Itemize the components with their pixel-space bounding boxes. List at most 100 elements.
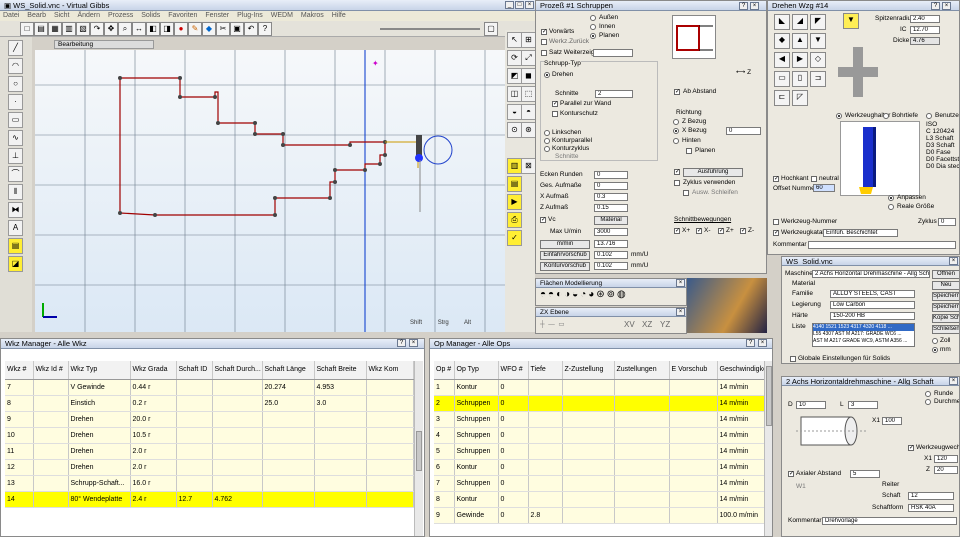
insert-l-icon[interactable]: ⊐ [810,71,826,87]
material-button[interactable]: Material [594,216,628,225]
menu-item[interactable]: Sicht [51,12,73,19]
insert-b-icon[interactable]: ◢ [792,14,808,30]
col-header[interactable]: Wkz Typ [68,361,131,380]
col-header[interactable]: Op Typ [454,361,499,380]
max-input[interactable]: 3000 [594,228,628,236]
zurueck-check[interactable] [541,39,547,45]
offset-tool-icon[interactable]: ⫴ [8,184,23,200]
open-icon[interactable]: ▤ [34,22,48,36]
offset-input[interactable]: 60 [813,184,835,192]
zx-axis-icons[interactable]: ┼ — ▭ [540,321,564,329]
surface-tool-icon[interactable]: ◩ [507,68,522,84]
table-row[interactable]: 8 Kontur 0 14 m/min [434,491,767,508]
haerte-select[interactable]: 150-200 HB [830,312,915,320]
lathe-tool-icon[interactable]: ▤ [8,238,23,254]
surface-tools[interactable]: ◓◓◐◑◒◔◕⊛⊚◍ [540,290,628,300]
table-row[interactable]: 10 Drehen 10.5 r [5,427,414,444]
table-row[interactable]: 7 V Gewinde 0.44 r 20.274 4.953 [5,379,414,396]
maximize-button[interactable]: □ [515,1,524,9]
insert-k-icon[interactable]: ▯ [792,71,808,87]
insert-n-icon[interactable]: ◸ [792,90,808,106]
wkz-scrollbar[interactable] [414,361,423,536]
speichern-button[interactable]: Speichern [932,292,959,301]
shell-tool-icon[interactable]: ◫ [507,86,522,102]
linkschen-radio[interactable] [544,130,550,136]
xplus-check[interactable]: ✓ [674,228,680,234]
menu-item[interactable]: Plug-Ins [234,12,266,19]
schleifen-check[interactable] [683,190,689,196]
col-header[interactable]: Tiefe [528,361,563,380]
drawing-canvas[interactable]: ✦ [35,50,505,332]
wkz-help-button[interactable]: ? [397,339,406,347]
zx-view-xv[interactable]: XV [624,321,635,329]
menu-item[interactable]: Prozess [105,12,136,19]
table-row[interactable]: 9 Gewinde 0 2.8 100.0 m/min [434,507,767,524]
menu-item[interactable]: Favoriten [165,12,200,19]
kontur-button[interactable]: Konturvorschub [540,262,590,271]
fixiert-input[interactable]: 0 [726,127,761,135]
insert-f-icon[interactable]: ▼ [810,33,826,49]
mirror-tool-icon[interactable]: ⧓ [8,202,23,218]
axial-abstand-check[interactable]: ✓ [788,471,794,477]
insert-d-icon[interactable]: ◆ [774,33,790,49]
menu-item[interactable]: Hilfe [329,12,349,19]
col-header[interactable]: Z-Zustellung [562,361,615,380]
layer-toggle-icon[interactable]: ◧ [146,22,160,36]
drawing-viewport[interactable]: ✦ [35,50,505,332]
insert-i-icon[interactable]: ◇ [810,52,826,68]
col-header[interactable]: Schaft ID [176,361,213,380]
insert-e-icon[interactable]: ▲ [792,33,808,49]
material-list[interactable]: 4140 1521 1523 4317 4320 4118 ... L55 43… [812,323,915,347]
l-input[interactable]: 3 [848,401,878,409]
table-row[interactable]: 5 Schruppen 0 14 m/min [434,443,767,460]
extrude-tool-icon[interactable]: ⬚ [521,86,536,102]
table-row[interactable]: 11 Drehen 2.0 r [5,443,414,460]
table-row[interactable]: 1 Kontur 0 14 m/min [434,379,767,396]
x1-input[interactable]: 100 [882,417,902,425]
mill-tool-icon[interactable]: ⊛ [521,122,536,138]
layers-icon[interactable]: ▧ [76,22,90,36]
redo-icon[interactable]: ↷ [90,22,104,36]
konturzyklus-radio[interactable] [544,146,550,152]
trim-tool-icon[interactable]: ⊥ [8,148,23,164]
werkzeughalter-radio[interactable] [836,113,842,119]
mm-radio[interactable] [932,347,938,353]
rpm-input[interactable]: 13.716 [594,240,628,248]
x-bezug-radio[interactable] [673,128,679,134]
fillet-tool-icon[interactable]: ⌒ [8,166,23,182]
lathe-op-icon[interactable]: ▥ [507,158,522,174]
sweep-tool-icon[interactable]: ◒ [507,104,522,120]
menu-item[interactable]: WEDM [268,12,296,19]
dreh-help-button[interactable]: ? [931,2,940,10]
revolve-tool-icon[interactable]: ◓ [521,104,536,120]
table-row[interactable]: 3 Schruppen 0 14 m/min [434,411,767,428]
satz-check[interactable] [541,50,547,56]
schaftform-select[interactable]: HSK 40A [908,504,954,512]
point-tool-icon[interactable]: · [8,94,23,110]
menu-item[interactable]: Solids [138,12,163,19]
vc-check[interactable]: ✓ [540,217,546,223]
list-item[interactable]: 4140 1521 1523 4317 4320 4118 ... [813,324,914,331]
zx-close-button[interactable]: × [676,308,685,316]
planen-radio[interactable] [590,33,596,39]
circle-tool-icon[interactable]: ○ [8,76,23,92]
menu-item[interactable]: Fenster [202,12,232,19]
op-help-button[interactable]: ? [746,339,755,347]
info-icon[interactable]: ? [258,22,272,36]
op-close-button[interactable]: × [758,339,767,347]
schnitte-input[interactable]: 2 [595,90,633,98]
table-row-selected[interactable]: 14 80° Wendeplatte 2.4 r 12.7 4.762 [5,491,414,508]
spitzen-input[interactable]: 2.40 [910,15,940,23]
z-aufmass-input[interactable]: 0.15 [594,204,628,212]
surface-close-button[interactable]: × [676,279,685,287]
new-icon[interactable]: □ [20,22,34,36]
ws-close-button[interactable]: × [949,257,958,265]
sim-icon[interactable]: ▶ [507,194,522,210]
zx-view-yz[interactable]: YZ [660,321,670,329]
col-header[interactable]: Schaft Breite [314,361,367,380]
xminus-check[interactable]: ✓ [696,228,702,234]
col-header[interactable]: Wkz Kom [366,361,414,380]
arc-tool-icon[interactable]: ◠ [8,58,23,74]
table-row[interactable]: 12 Drehen 2.0 r [5,459,414,476]
einfahr-button[interactable]: Einfahrvorschub [540,251,590,260]
